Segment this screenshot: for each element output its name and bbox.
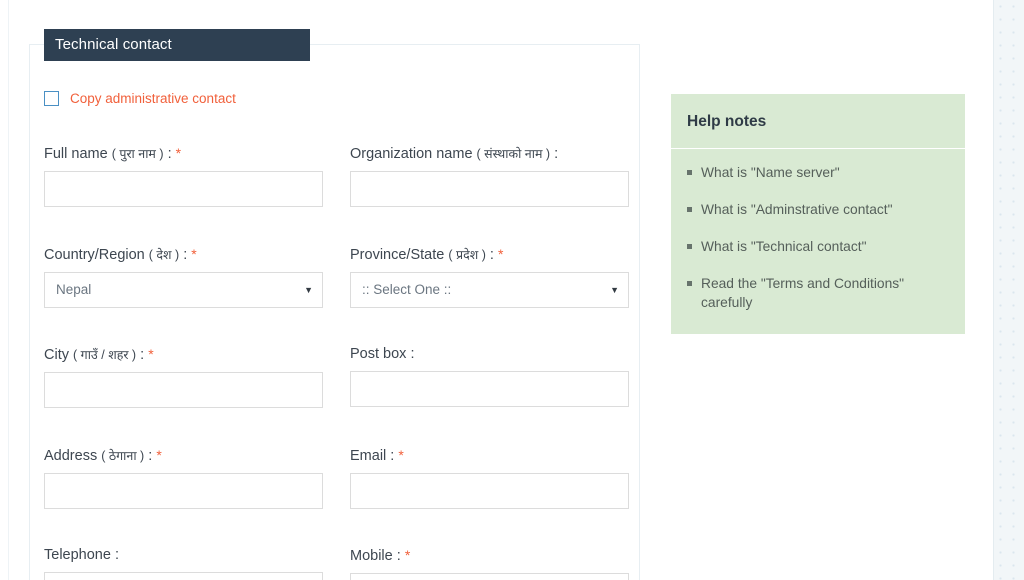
help-notes-title: Help notes bbox=[671, 94, 965, 149]
field-city: City ( गाउँ / शहर ) : * bbox=[44, 346, 323, 408]
label-telephone: Telephone : bbox=[44, 547, 323, 563]
label-city: City ( गाउँ / शहर ) : * bbox=[44, 346, 323, 363]
label-email-colon: : bbox=[390, 448, 395, 464]
label-city-en: City bbox=[44, 347, 69, 363]
field-full-name: Full name ( पुरा नाम ) : * bbox=[44, 145, 323, 207]
label-full-name: Full name ( पुरा नाम ) : * bbox=[44, 145, 323, 162]
label-address-np: ( ठेगाना ) bbox=[101, 449, 145, 463]
label-post-box: Post box : bbox=[350, 346, 629, 362]
field-email: Email : * bbox=[350, 447, 629, 509]
field-province-state: Province/State ( प्रदेश ) : * :: Select … bbox=[350, 246, 629, 308]
required-asterisk: * bbox=[497, 246, 504, 262]
mobile-input[interactable] bbox=[350, 573, 629, 580]
help-notes-list: What is "Name server" What is "Adminstra… bbox=[671, 149, 965, 312]
required-asterisk: * bbox=[191, 246, 197, 262]
organization-name-input[interactable] bbox=[350, 171, 629, 207]
label-telephone-en: Telephone bbox=[44, 547, 111, 563]
address-input[interactable] bbox=[44, 473, 323, 509]
page-title: Technical contact bbox=[44, 29, 310, 61]
label-city-np: ( गाउँ / शहर ) bbox=[73, 348, 137, 362]
label-post-box-en: Post box bbox=[350, 346, 407, 362]
label-full-name-colon: : bbox=[167, 146, 172, 162]
list-item[interactable]: What is "Name server" bbox=[687, 163, 947, 200]
copy-administrative-contact-row[interactable]: Copy administrative contact bbox=[44, 91, 236, 106]
field-post-box: Post box : bbox=[350, 346, 629, 407]
label-mobile-colon: : bbox=[396, 548, 401, 564]
full-name-input[interactable] bbox=[44, 171, 323, 207]
required-asterisk: * bbox=[398, 447, 404, 463]
required-asterisk: * bbox=[148, 346, 154, 362]
label-mobile: Mobile : * bbox=[350, 547, 629, 564]
required-asterisk: * bbox=[175, 145, 182, 161]
right-background-strip bbox=[993, 0, 1024, 580]
required-asterisk: * bbox=[156, 447, 162, 463]
field-mobile: Mobile : * bbox=[350, 547, 629, 580]
label-country-region-colon: : bbox=[183, 247, 188, 263]
label-address: Address ( ठेगाना ) : * bbox=[44, 447, 323, 464]
label-address-en: Address bbox=[44, 448, 98, 464]
chevron-down-icon: ▼ bbox=[304, 285, 313, 295]
province-state-selected-value: :: Select One :: bbox=[362, 282, 452, 297]
copy-administrative-contact-label[interactable]: Copy administrative contact bbox=[70, 91, 236, 106]
list-item[interactable]: Read the "Terms and Conditions" carefull… bbox=[687, 274, 947, 312]
page-root: Technical contact Copy administrative co… bbox=[0, 0, 1024, 580]
label-province-state: Province/State ( प्रदेश ) : * bbox=[350, 246, 629, 263]
label-post-box-colon: : bbox=[410, 346, 415, 362]
province-state-select[interactable]: :: Select One :: ▼ bbox=[350, 272, 629, 308]
label-organization-name-en: Organization name bbox=[350, 146, 473, 162]
label-organization-name-colon: : bbox=[554, 146, 559, 162]
chevron-down-icon: ▼ bbox=[610, 285, 619, 295]
copy-administrative-contact-checkbox[interactable] bbox=[44, 91, 59, 106]
field-organization-name: Organization name ( संस्थाको नाम ) : bbox=[350, 145, 629, 207]
label-full-name-np: ( पुरा नाम ) bbox=[111, 147, 164, 161]
label-email-en: Email bbox=[350, 448, 387, 464]
left-divider bbox=[8, 0, 9, 580]
email-input[interactable] bbox=[350, 473, 629, 509]
label-city-colon: : bbox=[140, 347, 145, 363]
label-country-region-en: Country/Region bbox=[44, 247, 145, 263]
label-mobile-en: Mobile bbox=[350, 548, 393, 564]
label-telephone-colon: : bbox=[114, 547, 119, 563]
field-address: Address ( ठेगाना ) : * bbox=[44, 447, 323, 509]
label-country-region: Country/Region ( देश ) : * bbox=[44, 246, 323, 263]
label-province-state-colon: : bbox=[489, 247, 494, 263]
help-notes-panel: Help notes What is "Name server" What is… bbox=[671, 94, 965, 334]
label-organization-name: Organization name ( संस्थाको नाम ) : bbox=[350, 145, 629, 162]
label-organization-name-np: ( संस्थाको नाम ) bbox=[476, 147, 551, 161]
post-box-input[interactable] bbox=[350, 371, 629, 407]
telephone-input[interactable] bbox=[44, 572, 323, 580]
field-country-region: Country/Region ( देश ) : * Nepal ▼ bbox=[44, 246, 323, 308]
field-telephone: Telephone : bbox=[44, 547, 323, 580]
label-address-colon: : bbox=[148, 448, 153, 464]
country-region-select[interactable]: Nepal ▼ bbox=[44, 272, 323, 308]
label-province-state-np: ( प्रदेश ) bbox=[448, 248, 486, 262]
label-email: Email : * bbox=[350, 447, 629, 464]
list-item[interactable]: What is "Adminstrative contact" bbox=[687, 200, 947, 237]
list-item[interactable]: What is "Technical contact" bbox=[687, 237, 947, 274]
label-country-region-np: ( देश ) bbox=[148, 248, 180, 262]
city-input[interactable] bbox=[44, 372, 323, 408]
country-region-selected-value: Nepal bbox=[56, 282, 92, 297]
label-province-state-en: Province/State bbox=[350, 247, 445, 263]
required-asterisk: * bbox=[404, 547, 411, 563]
label-full-name-en: Full name bbox=[44, 146, 108, 162]
